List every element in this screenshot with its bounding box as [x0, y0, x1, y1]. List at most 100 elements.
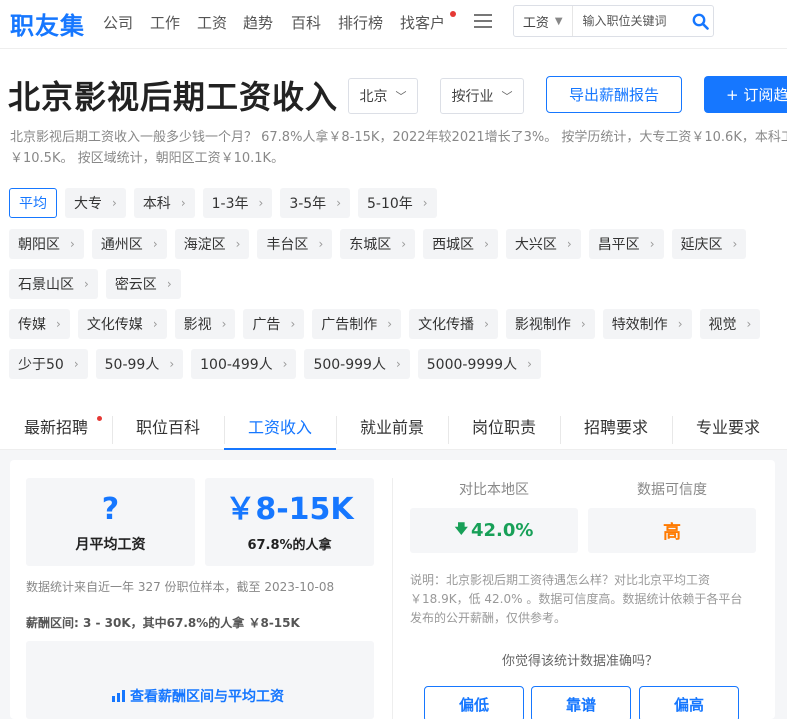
chevron-right-icon: ›: [732, 237, 738, 251]
data-trust-heading: 数据可信度: [637, 482, 707, 498]
filter-chip[interactable]: 视觉 ›: [699, 309, 761, 339]
sample-note: 数据统计来自近一年 327 份职位样本，截至 2023-10-08: [26, 580, 335, 594]
chevron-right-icon: ›: [401, 237, 407, 251]
filter-chip[interactable]: 石景山区 ›: [9, 269, 98, 299]
search-input[interactable]: [582, 14, 689, 28]
subscribe-trend-button[interactable]: + 订阅趋势: [704, 76, 787, 113]
filter-chip[interactable]: 5000-9999人 ›: [417, 349, 541, 379]
nav-find-customer[interactable]: 找客户: [400, 12, 445, 33]
filter-chip[interactable]: 500-999人 ›: [304, 349, 410, 379]
filter-row-district-2: 石景山区 › 密云区 ›: [9, 269, 189, 299]
chevron-right-icon: ›: [649, 237, 655, 251]
chevron-down-icon: ﹀: [501, 90, 513, 103]
chevron-right-icon: ›: [221, 317, 227, 331]
search-icon: [692, 13, 710, 30]
tab-hiring-requirements[interactable]: 招聘要求: [560, 408, 672, 449]
salary-range-card: ￥8-15K 67.8%的人拿: [205, 478, 374, 566]
filter-chip[interactable]: 文化传媒 ›: [77, 309, 167, 339]
filter-chip[interactable]: 3-5年 ›: [280, 188, 350, 218]
chevron-right-icon: ›: [677, 317, 683, 331]
average-salary-card: ? 月平均工资: [26, 478, 195, 566]
nav-wiki[interactable]: 百科: [291, 12, 321, 33]
filter-chip[interactable]: 延庆区 ›: [671, 229, 747, 259]
tab-job-wiki[interactable]: 职位百科: [112, 408, 224, 449]
chevron-right-icon: ›: [395, 357, 401, 371]
vote-reliable-button[interactable]: 靠谱: [531, 686, 631, 719]
arrow-down-icon: 🡇: [454, 521, 468, 537]
filter-chip[interactable]: 本科 ›: [133, 188, 195, 218]
filter-row-industry: 传媒 › 文化传媒 › 影视 › 广告 › 广告制作 › 文化传播 › 影视制作 › 特效制作…: [9, 309, 768, 339]
filter-chip[interactable]: 影视 ›: [174, 309, 236, 339]
menu-icon[interactable]: [474, 14, 492, 30]
filter-chip[interactable]: 50-99人 ›: [95, 349, 184, 379]
vote-too-high-button[interactable]: 偏高: [639, 686, 739, 719]
chart-placeholder: [26, 641, 374, 719]
filter-chip[interactable]: 海淀区 ›: [174, 229, 250, 259]
vote-too-low-button[interactable]: 偏低: [424, 686, 524, 719]
chevron-right-icon: ›: [70, 237, 75, 251]
chevron-right-icon: ›: [73, 357, 79, 371]
site-logo[interactable]: 职友集: [10, 6, 85, 41]
chevron-right-icon: ›: [484, 317, 489, 331]
filter-chip[interactable]: 5-10年 ›: [358, 188, 437, 218]
view-salary-chart-link[interactable]: 查看薪酬区间与平均工资: [112, 686, 284, 706]
industry-select[interactable]: 按行业 ﹀: [440, 78, 524, 114]
filter-chip[interactable]: 影视制作 ›: [505, 309, 595, 339]
filter-chip[interactable]: 文化传播 ›: [409, 309, 498, 339]
chevron-right-icon: ›: [580, 317, 586, 331]
salary-range-label: 67.8%的人拿: [247, 538, 332, 553]
chevron-right-icon: ›: [152, 237, 158, 251]
tab-job-duties[interactable]: 岗位职责: [448, 408, 560, 449]
chevron-right-icon: ›: [566, 237, 572, 251]
city-select[interactable]: 北京 ﹀: [348, 78, 418, 114]
tab-salary-income[interactable]: 工资收入: [224, 408, 336, 451]
filter-chip[interactable]: 1-3年 ›: [202, 188, 273, 218]
chevron-right-icon: ›: [282, 357, 288, 371]
panel-divider: [392, 478, 393, 719]
filter-chip[interactable]: 100-499人 ›: [191, 349, 297, 379]
nav-ranking[interactable]: 排行榜: [338, 12, 383, 33]
filter-chip[interactable]: 东城区 ›: [340, 229, 416, 259]
chevron-right-icon: ›: [387, 317, 393, 331]
salary-summary: 北京影视后期工资收入一般多少钱一个月？ 67.8%人拿￥8-15K，2022年较…: [10, 130, 787, 166]
filter-chip[interactable]: 西城区 ›: [423, 229, 498, 259]
chevron-right-icon: ›: [166, 277, 172, 291]
filter-chip[interactable]: 大兴区 ›: [505, 229, 581, 259]
tab-career-prospects[interactable]: 就业前景: [336, 408, 448, 449]
chevron-down-icon: ▼: [554, 15, 563, 27]
filter-row-company-size: 少于50 › 50-99人 › 100-499人 › 500-999人 › 5000-9…: [9, 349, 549, 379]
filter-chip[interactable]: 大专 ›: [65, 188, 126, 218]
export-report-button[interactable]: 导出薪酬报告: [546, 76, 682, 113]
filter-chip[interactable]: 广告制作 ›: [312, 309, 402, 339]
search-button[interactable]: [689, 8, 714, 34]
nav-jobs[interactable]: 工作: [150, 12, 180, 33]
tab-major-requirements[interactable]: 专业要求: [672, 408, 784, 449]
average-salary-value[interactable]: ?: [26, 492, 195, 528]
tab-latest-jobs[interactable]: 最新招聘: [0, 408, 112, 449]
filter-chip[interactable]: 昌平区 ›: [588, 229, 664, 259]
salary-explanation: 说明：北京影视后期工资待遇怎么样？对比北京平均工资￥18.9K，低 42.0% …: [410, 573, 743, 625]
filter-chip[interactable]: 通州区 ›: [91, 229, 167, 259]
compare-local-heading: 对比本地区: [459, 482, 529, 498]
filter-chip[interactable]: 广告 ›: [243, 309, 305, 339]
chevron-right-icon: ›: [336, 196, 341, 210]
search-type-select[interactable]: 工资 ▼: [514, 6, 573, 36]
filter-chip[interactable]: 密云区 ›: [105, 269, 181, 299]
filter-chip[interactable]: 少于50 ›: [9, 349, 88, 379]
nav-company[interactable]: 公司: [103, 12, 133, 33]
chevron-right-icon: ›: [235, 237, 241, 251]
nav-salary[interactable]: 工资: [197, 12, 227, 33]
accuracy-question: 你觉得该统计数据准确吗？: [501, 654, 658, 669]
filter-chip[interactable]: 丰台区 ›: [257, 229, 333, 259]
average-salary-label: 月平均工资: [75, 537, 146, 553]
filter-row-district: 朝阳区 › 通州区 › 海淀区 › 丰台区 › 东城区 › 西城区 › 大兴区 › 昌平区 › …: [9, 229, 754, 259]
data-trust-value: 高: [588, 508, 756, 553]
chevron-right-icon: ›: [56, 317, 61, 331]
filter-chip-average[interactable]: 平均: [9, 188, 57, 218]
nav-trend[interactable]: 趋势: [243, 12, 273, 33]
chevron-right-icon: ›: [746, 317, 752, 331]
filter-chip[interactable]: 传媒 ›: [9, 309, 70, 339]
filter-chip[interactable]: 朝阳区 ›: [9, 229, 84, 259]
chevron-right-icon: ›: [180, 196, 186, 210]
filter-chip[interactable]: 特效制作 ›: [602, 309, 692, 339]
